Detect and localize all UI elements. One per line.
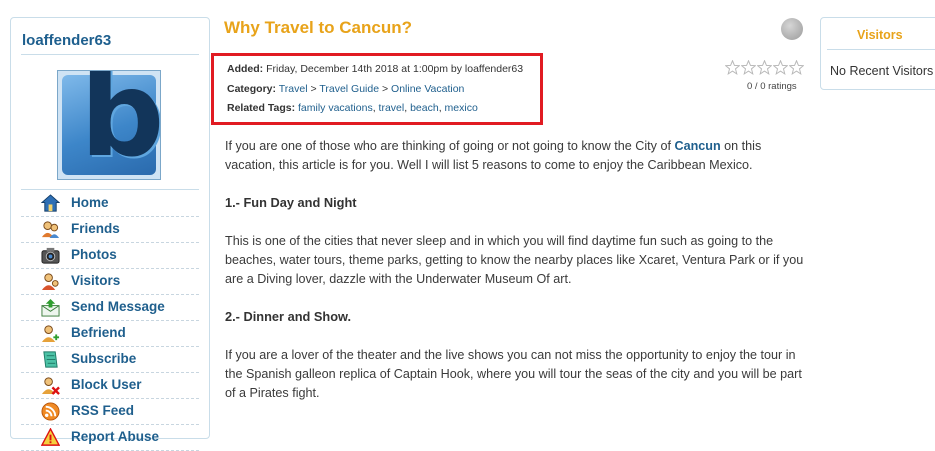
nav-item-block-user[interactable]: Block User [21, 373, 199, 399]
article-meta-box: Added: Friday, December 14th 2018 at 1:0… [211, 53, 543, 125]
tag-separator: , [372, 102, 376, 114]
comment-bubble-icon[interactable] [781, 18, 803, 40]
friends-icon [41, 221, 60, 239]
rss-icon [41, 402, 60, 421]
nav-item-send-message[interactable]: Send Message [21, 295, 199, 321]
avatar-tile: b [62, 71, 160, 175]
profile-nav: Home Friends Photos Visitors Send Messag… [21, 191, 199, 451]
nav-item-visitors[interactable]: Visitors [21, 269, 199, 295]
subscribe-icon [43, 351, 58, 368]
meta-tags: Related Tags: family vacations, travel, … [227, 102, 478, 114]
rating-stars [725, 60, 805, 76]
avatar[interactable]: b [57, 70, 161, 180]
nav-label: Friends [71, 221, 120, 236]
section-heading-1: 1.- Fun Day and Night [225, 195, 357, 210]
camera-icon [41, 247, 60, 264]
avatar-letter: b [80, 70, 161, 180]
star-icon[interactable] [725, 60, 740, 75]
meta-added-value: Friday, December 14th 2018 at 1:00pm by … [266, 63, 524, 75]
warning-icon [41, 428, 60, 446]
nav-label: Send Message [71, 299, 165, 314]
tag-link[interactable]: mexico [445, 102, 478, 114]
send-message-icon [41, 298, 60, 317]
tag-separator: , [438, 102, 442, 114]
nav-label: RSS Feed [71, 403, 135, 418]
divider [21, 189, 199, 190]
home-icon [41, 194, 60, 212]
visitors-icon [41, 273, 59, 291]
tag-link[interactable]: family vacations [298, 102, 373, 114]
block-user-icon [41, 377, 60, 395]
category-link-travel[interactable]: Travel [279, 83, 308, 95]
nav-label: Photos [71, 247, 117, 262]
divider [21, 54, 199, 55]
nav-item-photos[interactable]: Photos [21, 243, 199, 269]
section-paragraph-1: This is one of the cities that never sle… [225, 234, 804, 286]
divider [827, 49, 935, 50]
tag-separator: , [404, 102, 408, 114]
nav-item-home[interactable]: Home [21, 191, 199, 217]
meta-added-label: Added: [227, 63, 264, 75]
section-paragraph-2: If you are a lover of the theater and th… [225, 348, 802, 400]
category-link-online-vacation[interactable]: Online Vacation [391, 83, 464, 95]
meta-category-label: Category: [227, 83, 277, 95]
nav-label: Report Abuse [71, 429, 160, 444]
tag-link[interactable]: travel [379, 102, 405, 114]
nav-item-friends[interactable]: Friends [21, 217, 199, 243]
meta-category: Category: Travel > Travel Guide > Online… [227, 83, 464, 95]
star-icon[interactable] [757, 60, 772, 75]
visitors-panel: Visitors No Recent Visitors [820, 17, 935, 90]
star-icon[interactable] [741, 60, 756, 75]
star-icon[interactable] [789, 60, 804, 75]
star-icon[interactable] [773, 60, 788, 75]
article-intro: If you are one of those who are thinking… [225, 137, 805, 175]
category-link-travel-guide[interactable]: Travel Guide [319, 83, 379, 95]
visitors-title: Visitors [857, 28, 903, 42]
nav-label: Home [71, 195, 109, 210]
nav-item-rss-feed[interactable]: RSS Feed [21, 399, 199, 425]
nav-label: Befriend [71, 325, 126, 340]
visitors-empty-text: No Recent Visitors [830, 64, 934, 78]
nav-item-report-abuse[interactable]: Report Abuse [21, 425, 199, 451]
category-separator: > [310, 83, 317, 95]
rating-count: 0 / 0 ratings [747, 81, 797, 92]
nav-label: Visitors [71, 273, 121, 288]
profile-panel: loaffender63 b Home Friends Photos Visit… [10, 17, 210, 451]
cancun-link[interactable]: Cancun [674, 139, 720, 153]
nav-item-befriend[interactable]: Befriend [21, 321, 199, 347]
profile-username[interactable]: loaffender63 [22, 32, 111, 49]
intro-text: If you are one of those who are thinking… [225, 139, 671, 153]
category-separator: > [381, 83, 389, 95]
nav-label: Block User [71, 377, 142, 392]
article-title[interactable]: Why Travel to Cancun? [224, 18, 412, 38]
section-heading-2: 2.- Dinner and Show. [225, 309, 352, 324]
meta-tags-label: Related Tags: [227, 102, 296, 114]
meta-added: Added: Friday, December 14th 2018 at 1:0… [227, 63, 523, 75]
nav-label: Subscribe [71, 351, 137, 366]
tag-link[interactable]: beach [410, 102, 439, 114]
add-friend-icon [41, 325, 60, 343]
nav-item-subscribe[interactable]: Subscribe [21, 347, 199, 373]
